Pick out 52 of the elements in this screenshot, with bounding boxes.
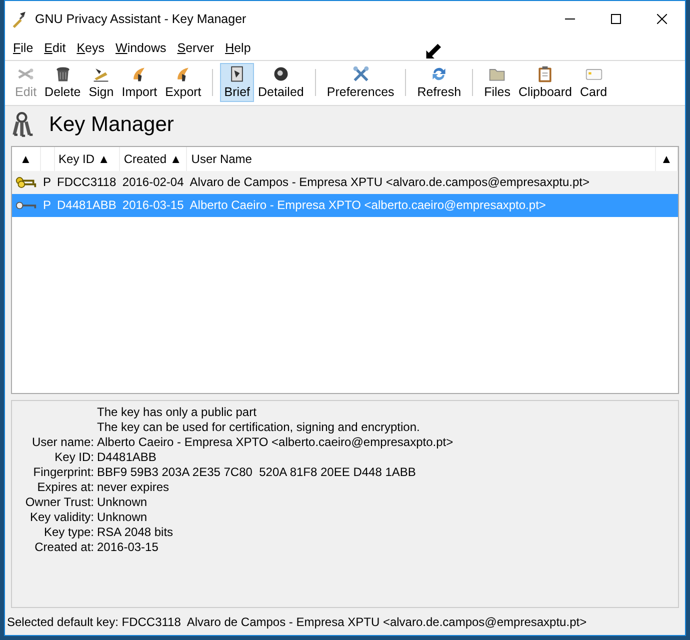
detail-note: The key can be used for certification, signing and encryption.: [97, 420, 421, 435]
field-label: User name:: [30, 434, 94, 450]
menu-item[interactable]: Help: [221, 39, 255, 58]
field-label: Key ID:: [54, 450, 94, 465]
column-header[interactable]: Created ▲: [124, 152, 182, 166]
created-date: 2016-02-04: [122, 175, 184, 190]
column-header[interactable]: User Name: [191, 152, 252, 166]
menu-item[interactable]: Edit: [40, 39, 70, 58]
status-value: FDCC3118 Alvaro de Campos - Empresa XPTU <alvaro.de.campos@empresaxptu.pt>: [122, 614, 587, 629]
field-value: never expires: [97, 480, 170, 495]
key-type: P: [43, 175, 52, 190]
user-name: Alberto Caeiro - Empresa XPTO <alberto.caeiro@empresaxpto.pt>: [190, 198, 546, 212]
menu-item[interactable]: Server: [173, 39, 218, 58]
column-header[interactable]: ▲: [660, 152, 672, 166]
field-value: 2016-03-15: [97, 540, 160, 555]
toolbar-button[interactable]: Card: [576, 62, 612, 102]
toolbar-button[interactable]: Clipboard: [514, 62, 576, 102]
status-label: Selected default key:: [7, 614, 118, 629]
field-label: Key type:: [42, 524, 94, 540]
field-label: Expires at:: [36, 480, 94, 495]
column-header[interactable]: Key ID ▲: [58, 152, 110, 166]
field-value: BBF9 59B3 203A 2E35 7C80 520A 81F8 20EE D448 1ABB: [97, 464, 417, 480]
toolbar-button[interactable]: Export: [161, 62, 206, 102]
field-label: Key validity:: [28, 510, 94, 525]
field-value: RSA 2048 bits: [97, 524, 174, 540]
toolbar-button[interactable]: Import: [118, 62, 162, 102]
field-value: D4481ABB: [97, 450, 158, 465]
page-heading: Key Manager: [49, 112, 174, 138]
field-label: Fingerprint:: [32, 464, 94, 480]
key-id: FDCC3118: [57, 175, 116, 190]
toolbar-button[interactable]: Files: [480, 62, 514, 102]
field-value: Alberto Caeiro - Empresa XPTO <alberto.caeiro@empresaxpto.pt>: [97, 434, 454, 450]
key-type: P: [43, 198, 52, 212]
toolbar-button[interactable]: Sign: [84, 62, 118, 102]
field-value: Unknown: [97, 510, 148, 525]
column-header[interactable]: ▲: [20, 152, 32, 166]
toolbar-button[interactable]: Delete: [40, 62, 85, 102]
menu-item[interactable]: File: [9, 39, 38, 58]
window-title: GNU Privacy Assistant - Key Manager: [35, 10, 248, 28]
field-label: Owner Trust:: [24, 494, 94, 510]
toolbar-button[interactable]: Detailed: [254, 62, 308, 102]
user-name: Alvaro de Campos - Empresa XPTU <alvaro.de.campos@empresaxptu.pt>: [190, 175, 590, 190]
detail-note: The key has only a public part: [97, 404, 258, 420]
field-label: Created at:: [34, 540, 94, 555]
toolbar-button[interactable]: Brief: [220, 62, 254, 102]
created-date: 2016-03-15: [122, 198, 184, 212]
field-value: Unknown: [97, 494, 148, 510]
menu-item[interactable]: Windows: [112, 39, 170, 58]
key-id: D4481ABB: [57, 198, 116, 212]
menu-item[interactable]: Keys: [72, 39, 108, 58]
toolbar-button[interactable]: Refresh: [413, 62, 466, 102]
toolbar-button[interactable]: Preferences: [322, 62, 398, 102]
